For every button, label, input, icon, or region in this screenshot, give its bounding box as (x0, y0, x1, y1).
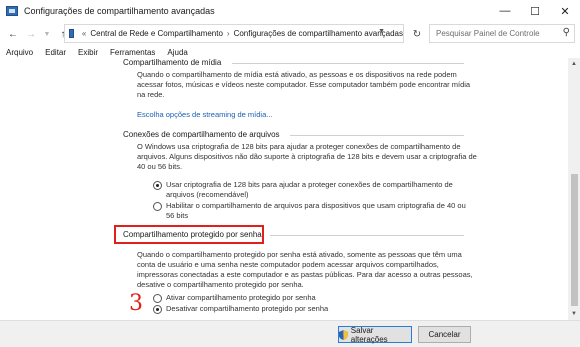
close-icon[interactable]: ✕ (550, 0, 580, 22)
media-streaming-link[interactable]: Escolha opções de streaming de mídia... (137, 110, 273, 119)
control-panel-icon (69, 29, 74, 38)
menu-editar[interactable]: Editar (45, 48, 66, 57)
disable-password-label[interactable]: Desativar compartilhamento protegido por… (166, 304, 328, 314)
search-input[interactable]: Pesquisar Painel de Controle ⚲ (429, 24, 575, 43)
search-placeholder: Pesquisar Painel de Controle (436, 29, 540, 38)
save-changes-label: Salvar alterações (350, 325, 388, 344)
section-divider (290, 135, 464, 136)
disable-password-option[interactable]: Desativar compartilhamento protegido por… (153, 304, 453, 314)
enable-password-option[interactable]: Ativar compartilhamento protegido por se… (153, 293, 453, 303)
maximize-icon[interactable]: ☐ (520, 0, 550, 22)
file-sharing-heading: Conexões de compartilhamento de arquivos (123, 130, 280, 139)
scroll-down-icon[interactable]: ▼ (568, 308, 580, 320)
encryption-40-56-option[interactable]: Habilitar o compartilhamento de arquivos… (153, 201, 473, 221)
enable-password-label[interactable]: Ativar compartilhamento protegido por se… (166, 293, 316, 303)
menu-arquivo[interactable]: Arquivo (6, 48, 33, 57)
address-field[interactable]: « Central de Rede e Compartilhamento › C… (64, 24, 404, 43)
refresh-icon[interactable]: ↻ (407, 27, 427, 41)
menu-ajuda[interactable]: Ajuda (167, 48, 187, 57)
uac-shield-icon (339, 329, 348, 340)
address-dropdown-icon[interactable]: ▼ (378, 28, 385, 35)
breadcrumb-overflow-icon[interactable]: « (82, 29, 86, 38)
disable-password-radio[interactable] (153, 305, 162, 314)
window-title: Configurações de compartilhamento avança… (24, 6, 215, 16)
settings-content: Compartilhamento de mídia Quando o compa… (0, 58, 568, 320)
network-window-icon (6, 6, 18, 16)
vertical-scrollbar[interactable]: ▲ ▼ (568, 58, 580, 320)
forward-icon[interactable]: → (24, 27, 38, 41)
window-controls: — ☐ ✕ (490, 0, 580, 22)
media-sharing-heading: Compartilhamento de mídia (123, 58, 222, 67)
enable-password-radio[interactable] (153, 294, 162, 303)
step-number-annotation: 3 (129, 291, 143, 316)
save-changes-button[interactable]: Salvar alterações (338, 325, 412, 344)
highlight-box (114, 225, 264, 244)
menu-bar: Arquivo Editar Exibir Ferramentas Ajuda (0, 46, 580, 58)
title-bar: Configurações de compartilhamento avança… (0, 0, 580, 22)
scroll-up-icon[interactable]: ▲ (568, 58, 580, 70)
encryption-40-56-label[interactable]: Habilitar o compartilhamento de arquivos… (166, 201, 473, 221)
breadcrumb-network-center[interactable]: Central de Rede e Compartilhamento (90, 29, 223, 38)
encryption-128-radio[interactable] (153, 181, 162, 190)
encryption-128-option[interactable]: Usar criptografia de 128 bits para ajuda… (153, 180, 473, 200)
search-icon[interactable]: ⚲ (563, 27, 570, 38)
menu-ferramentas[interactable]: Ferramentas (110, 48, 155, 57)
menu-exibir[interactable]: Exibir (78, 48, 98, 57)
section-divider (232, 63, 464, 64)
file-sharing-description: O Windows usa criptografia de 128 bits p… (137, 142, 477, 171)
cancel-button[interactable]: Cancelar (418, 326, 471, 343)
encryption-128-label[interactable]: Usar criptografia de 128 bits para ajuda… (166, 180, 473, 200)
breadcrumb-separator-icon[interactable]: › (227, 29, 230, 38)
recent-dropdown-icon[interactable]: ▼ (40, 27, 54, 41)
media-sharing-description: Quando o compartilhamento de mídia está … (137, 70, 471, 99)
footer-bar: Salvar alterações Cancelar (0, 320, 580, 347)
section-divider (270, 235, 464, 236)
scroll-thumb[interactable] (571, 174, 578, 306)
encryption-40-56-radio[interactable] (153, 202, 162, 211)
address-toolbar: ← → ▼ ↑ « Central de Rede e Compartilham… (0, 22, 580, 46)
back-icon[interactable]: ← (6, 27, 20, 41)
password-sharing-description: Quando o compartilhamento protegido por … (137, 250, 473, 289)
minimize-icon[interactable]: — (490, 0, 520, 22)
